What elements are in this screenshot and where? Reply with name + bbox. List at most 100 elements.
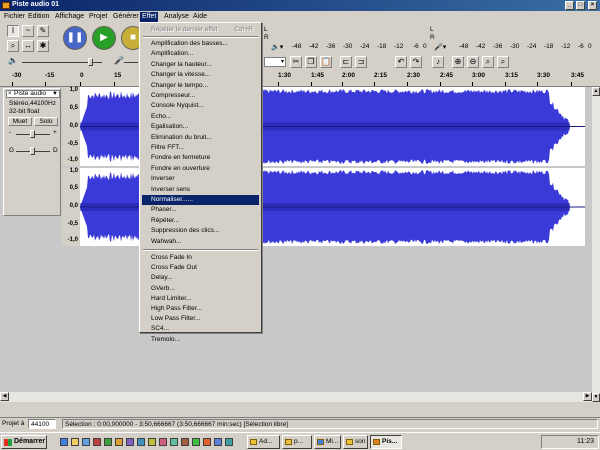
project-rate-field[interactable]: 44100 bbox=[28, 419, 56, 429]
envelope-tool-icon[interactable]: ~ bbox=[22, 25, 34, 37]
menu-item-effect[interactable]: Console Nyquist... bbox=[142, 101, 259, 111]
task-button[interactable]: p... bbox=[282, 435, 312, 449]
app-icon[interactable] bbox=[126, 438, 134, 446]
pause-icon[interactable]: ❚❚ bbox=[63, 26, 87, 50]
menu-item-effect[interactable]: Suppression des clics... bbox=[142, 226, 259, 236]
menu-fichier[interactable]: Fichier bbox=[2, 12, 27, 22]
folder-icon[interactable] bbox=[71, 438, 79, 446]
app-icon[interactable] bbox=[214, 438, 222, 446]
draw-tool-icon[interactable]: ✎ bbox=[37, 25, 49, 37]
menu-item-repeat-last[interactable]: Répéter le dernier effet Ctrl+R bbox=[142, 25, 259, 35]
solo-button[interactable]: Solo bbox=[34, 117, 58, 126]
scroll-right-icon[interactable]: ▶ bbox=[583, 392, 592, 401]
zoom-tool-icon[interactable]: ⌕ bbox=[7, 40, 19, 52]
menu-item-plugin-effect[interactable]: Cross Fade Out bbox=[142, 263, 259, 273]
menu-item-effect[interactable]: Changer la hauteur... bbox=[142, 60, 259, 70]
sync-lock-icon[interactable]: ♪ bbox=[432, 56, 444, 68]
copy-icon[interactable]: ❐ bbox=[305, 56, 317, 68]
menu-item-effect[interactable]: Inverser bbox=[142, 174, 259, 184]
play-icon[interactable]: ▶ bbox=[92, 26, 116, 50]
fit-selection-icon[interactable]: ⌕ bbox=[482, 56, 494, 68]
maximize-button[interactable]: □ bbox=[576, 1, 585, 10]
undo-icon[interactable]: ↶ bbox=[395, 56, 407, 68]
app-icon[interactable] bbox=[181, 438, 189, 446]
silence-icon[interactable]: ⊐ bbox=[355, 56, 367, 68]
app-icon[interactable] bbox=[170, 438, 178, 446]
menu-item-effect[interactable]: Normaliser...... bbox=[142, 195, 259, 205]
menu-item-plugin-effect[interactable]: Cross Fade In bbox=[142, 253, 259, 263]
task-button[interactable]: Mi... bbox=[314, 435, 341, 449]
timeline-ruler[interactable]: -30-1501530451:001:151:301:452:002:152:3… bbox=[0, 71, 600, 87]
menu-generer[interactable]: Générer bbox=[111, 12, 141, 22]
app-icon[interactable] bbox=[159, 438, 167, 446]
menu-analyse[interactable]: Analyse bbox=[162, 12, 191, 22]
task-button-audacity[interactable]: Pis... bbox=[370, 435, 402, 449]
zoom-in-icon[interactable]: ⊕ bbox=[452, 56, 464, 68]
menu-item-effect[interactable]: Changer la vitesse... bbox=[142, 70, 259, 80]
menu-item-plugin-effect[interactable]: Delay... bbox=[142, 273, 259, 283]
task-button[interactable]: son bbox=[343, 435, 368, 449]
gain-slider[interactable] bbox=[30, 130, 35, 138]
menu-item-effect[interactable]: Phaser... bbox=[142, 205, 259, 215]
timeshift-tool-icon[interactable]: ↔ bbox=[22, 40, 34, 52]
app-icon[interactable] bbox=[148, 438, 156, 446]
menu-item-effect[interactable]: Fondre en ouverture bbox=[142, 164, 259, 174]
track-name-button[interactable]: × Piste audio ▼ bbox=[6, 90, 60, 98]
app-icon[interactable] bbox=[203, 438, 211, 446]
minimize-button[interactable]: _ bbox=[565, 1, 574, 10]
trim-icon[interactable]: ⊏ bbox=[340, 56, 352, 68]
menu-item-effect[interactable]: Compresseur... bbox=[142, 91, 259, 101]
menu-item-plugin-effect[interactable]: Low Pass Filter... bbox=[142, 314, 259, 324]
input-device-select[interactable]: ▾ bbox=[264, 57, 286, 67]
menu-item-effect[interactable]: Echo... bbox=[142, 112, 259, 122]
mute-button[interactable]: Muet bbox=[8, 117, 32, 126]
menu-item-effect[interactable]: Amplification... bbox=[142, 49, 259, 59]
desktop-icon[interactable] bbox=[82, 438, 90, 446]
menu-aide[interactable]: Aide bbox=[191, 12, 209, 22]
menu-item-effect[interactable]: Changer le tempo... bbox=[142, 81, 259, 91]
app-icon[interactable] bbox=[93, 438, 101, 446]
menu-item-effect[interactable]: Wahwah... bbox=[142, 237, 259, 247]
start-button[interactable]: Démarrer bbox=[1, 435, 47, 449]
cut-icon[interactable]: ✂ bbox=[290, 56, 302, 68]
volume-slider[interactable] bbox=[88, 58, 93, 66]
menu-edition[interactable]: Edition bbox=[26, 12, 51, 22]
menu-item-effect[interactable]: Elimination du bruit... bbox=[142, 133, 259, 143]
menu-projet[interactable]: Projet bbox=[87, 12, 109, 22]
menu-item-effect[interactable]: Amplification des basses... bbox=[142, 39, 259, 49]
horizontal-scrollbar[interactable]: ◀ ▶ bbox=[0, 392, 592, 402]
menu-item-plugin-effect[interactable]: SC4... bbox=[142, 324, 259, 334]
menu-item-effect[interactable]: Egalisation... bbox=[142, 122, 259, 132]
menu-affichage[interactable]: Affichage bbox=[53, 12, 86, 22]
track-menu-arrow-icon[interactable]: ▼ bbox=[52, 91, 58, 97]
paste-icon[interactable]: 📋 bbox=[320, 56, 332, 68]
task-button[interactable]: Ad... bbox=[247, 435, 280, 449]
menu-item-effect[interactable]: Fondre en fermeture bbox=[142, 153, 259, 163]
menu-item-plugin-effect[interactable]: Tremolo... bbox=[142, 335, 259, 345]
zoom-out-icon[interactable]: ⊖ bbox=[467, 56, 479, 68]
title-bar[interactable]: Piste audio 01 _ □ × bbox=[0, 0, 600, 11]
multi-tool-icon[interactable]: ✱ bbox=[37, 40, 49, 52]
close-button[interactable]: × bbox=[588, 1, 597, 10]
app-icon[interactable] bbox=[225, 438, 233, 446]
ie-icon[interactable] bbox=[60, 438, 68, 446]
pan-slider[interactable] bbox=[30, 147, 35, 155]
selection-tool-icon[interactable]: I bbox=[7, 25, 19, 37]
menu-item-plugin-effect[interactable]: High Pass Filter... bbox=[142, 304, 259, 314]
app-icon[interactable] bbox=[115, 438, 123, 446]
menu-item-effect[interactable]: Répéter... bbox=[142, 216, 259, 226]
menu-item-plugin-effect[interactable]: GVerb... bbox=[142, 284, 259, 294]
vertical-scrollbar[interactable]: ▲ ▼ bbox=[592, 87, 600, 402]
redo-icon[interactable]: ↷ bbox=[410, 56, 422, 68]
scroll-left-icon[interactable]: ◀ bbox=[0, 392, 9, 401]
menu-item-effect[interactable]: Filtre FFT... bbox=[142, 143, 259, 153]
app-icon[interactable] bbox=[104, 438, 112, 446]
menu-item-effect[interactable]: Inverser sens bbox=[142, 185, 259, 195]
app-icon[interactable] bbox=[192, 438, 200, 446]
menu-effet[interactable]: Effet bbox=[140, 12, 159, 22]
scroll-up-icon[interactable]: ▲ bbox=[592, 87, 600, 96]
menu-item-plugin-effect[interactable]: Hard Limiter... bbox=[142, 294, 259, 304]
scroll-down-icon[interactable]: ▼ bbox=[592, 393, 600, 402]
app-icon[interactable] bbox=[137, 438, 145, 446]
fit-project-icon[interactable]: ⌕ bbox=[497, 56, 509, 68]
